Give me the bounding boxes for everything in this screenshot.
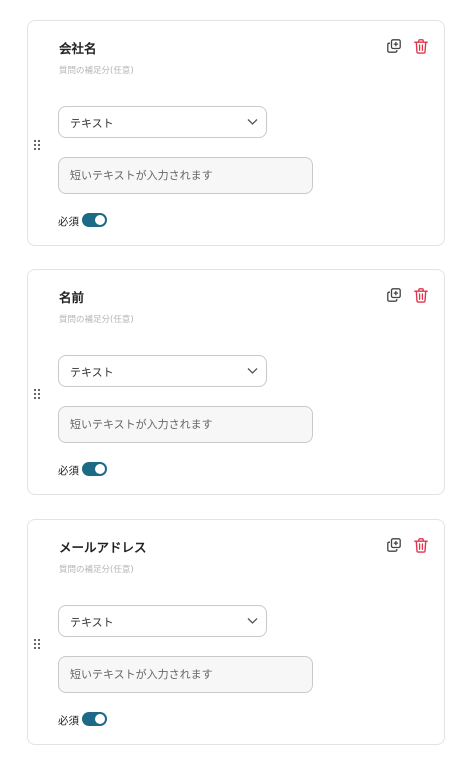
question-card: 会社名 質問の補足分(任意) テキスト 必須	[27, 20, 445, 246]
toggle-knob	[95, 464, 105, 474]
answer-preview-input[interactable]	[58, 157, 313, 194]
drag-handle-icon[interactable]	[33, 385, 41, 400]
answer-preview-input[interactable]	[58, 406, 313, 443]
required-label: 必須	[58, 216, 79, 228]
required-toggle[interactable]	[82, 213, 107, 227]
copy-icon[interactable]	[386, 38, 402, 54]
question-hint[interactable]: 質問の補足分(任意)	[59, 563, 134, 575]
drag-handle-icon[interactable]	[33, 635, 41, 650]
answer-type-value: テキスト	[70, 117, 114, 130]
question-title[interactable]: 名前	[59, 287, 84, 306]
drag-handle-icon[interactable]	[33, 136, 41, 151]
question-card: 名前 質問の補足分(任意) テキスト 必須	[27, 269, 445, 495]
copy-icon[interactable]	[386, 537, 402, 553]
copy-icon[interactable]	[386, 287, 402, 303]
toggle-knob	[95, 215, 105, 225]
chevron-down-icon	[247, 119, 258, 125]
required-label: 必須	[58, 465, 79, 477]
trash-icon[interactable]	[413, 537, 429, 553]
answer-type-value: テキスト	[70, 616, 114, 629]
trash-icon[interactable]	[413, 38, 429, 54]
answer-type-select[interactable]: テキスト	[58, 106, 267, 138]
question-hint[interactable]: 質問の補足分(任意)	[59, 64, 134, 76]
answer-type-select[interactable]: テキスト	[58, 355, 267, 387]
required-toggle[interactable]	[82, 712, 107, 726]
chevron-down-icon	[247, 368, 258, 374]
required-toggle[interactable]	[82, 462, 107, 476]
trash-icon[interactable]	[413, 287, 429, 303]
question-card: メールアドレス 質問の補足分(任意) テキスト 必須	[27, 519, 445, 745]
answer-type-select[interactable]: テキスト	[58, 605, 267, 637]
chevron-down-icon	[247, 618, 258, 624]
answer-type-value: テキスト	[70, 366, 114, 379]
toggle-knob	[95, 714, 105, 724]
question-title[interactable]: 会社名	[59, 38, 97, 57]
question-title[interactable]: メールアドレス	[59, 537, 147, 556]
answer-preview-input[interactable]	[58, 656, 313, 693]
required-label: 必須	[58, 715, 79, 727]
question-hint[interactable]: 質問の補足分(任意)	[59, 313, 134, 325]
